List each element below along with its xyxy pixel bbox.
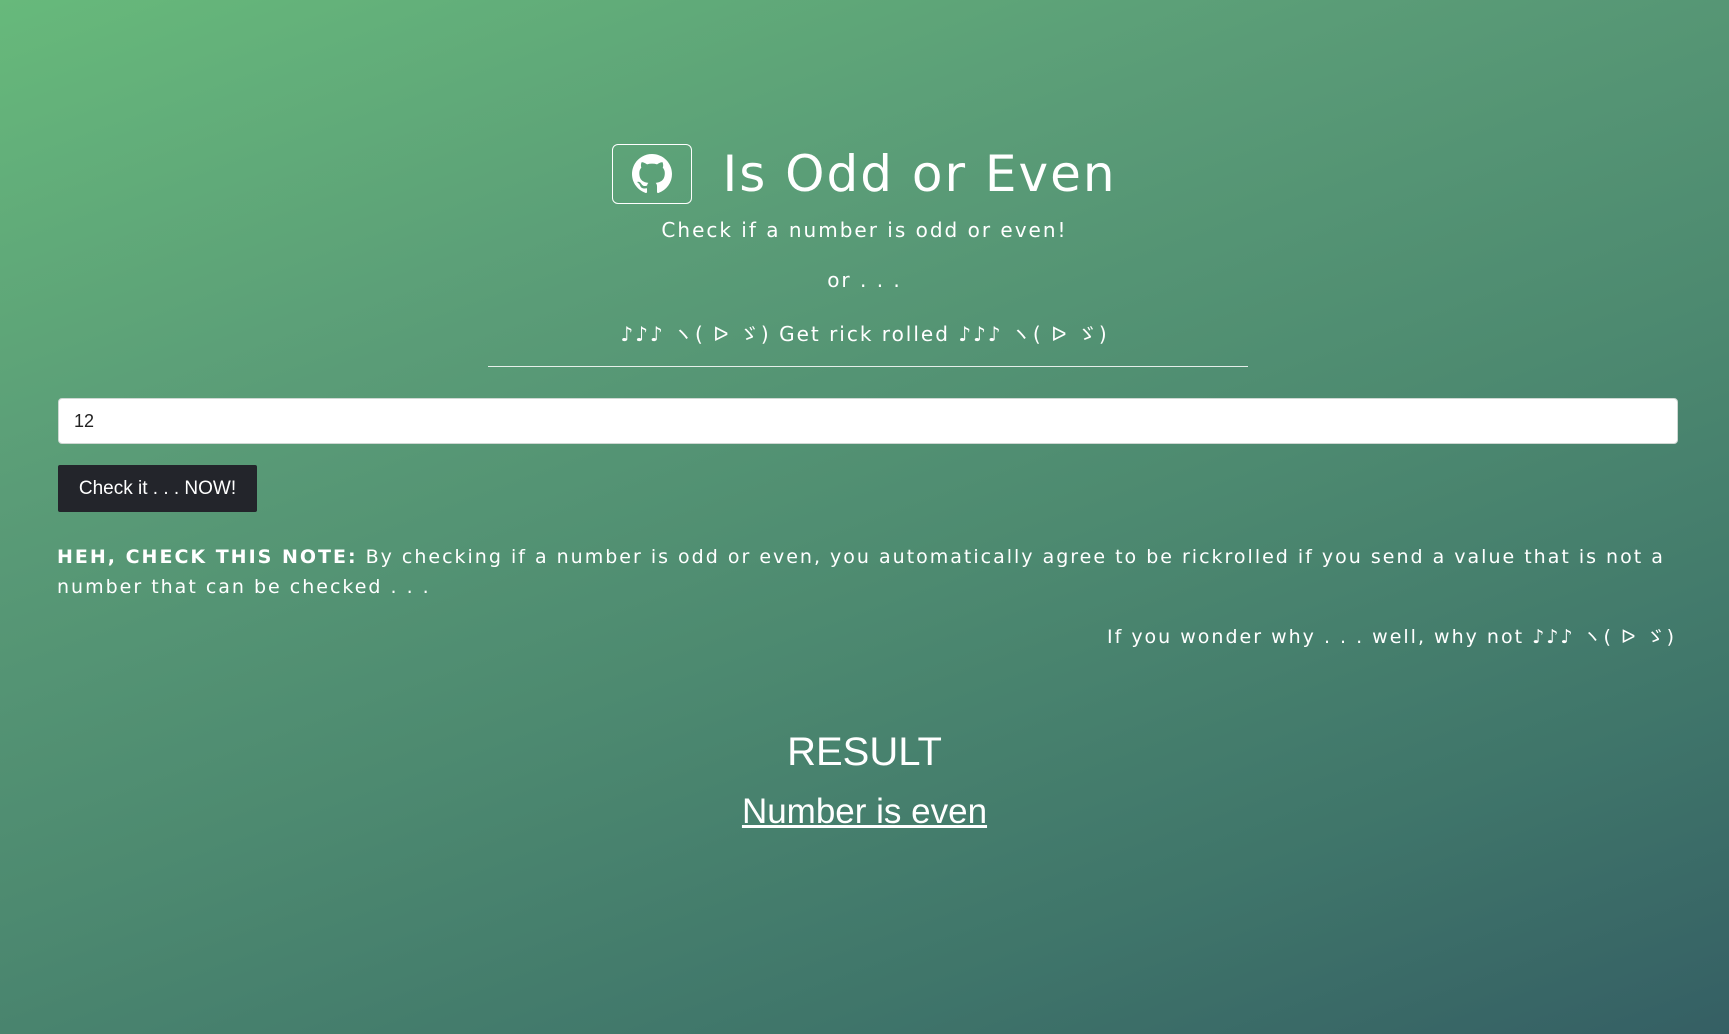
why-text: If you wonder why . . . well, why not ♪♪…	[1106, 626, 1676, 648]
result-link[interactable]: Number is even	[742, 792, 987, 831]
result-container: Number is even	[0, 792, 1729, 832]
page-header: Is Odd or Even	[0, 144, 1729, 204]
page-title: Is Odd or Even	[722, 145, 1117, 203]
check-button[interactable]: Check it . . . NOW!	[58, 465, 257, 512]
page-subtitle: Check if a number is odd or even!	[661, 218, 1068, 242]
number-input[interactable]	[58, 398, 1678, 444]
github-icon	[632, 154, 673, 194]
github-link-button[interactable]	[612, 144, 693, 204]
divider	[488, 366, 1248, 367]
note-paragraph: HEH, CHECK THIS NOTE: By checking if a n…	[57, 542, 1677, 602]
rick-roll-text: ♪♪♪ ヽ( ᐅ ゞ) Get rick rolled ♪♪♪ ヽ( ᐅ ゞ)	[620, 322, 1109, 346]
note-label: HEH, CHECK THIS NOTE:	[57, 546, 358, 568]
or-text: or . . .	[827, 268, 902, 292]
result-heading: RESULT	[787, 730, 942, 774]
